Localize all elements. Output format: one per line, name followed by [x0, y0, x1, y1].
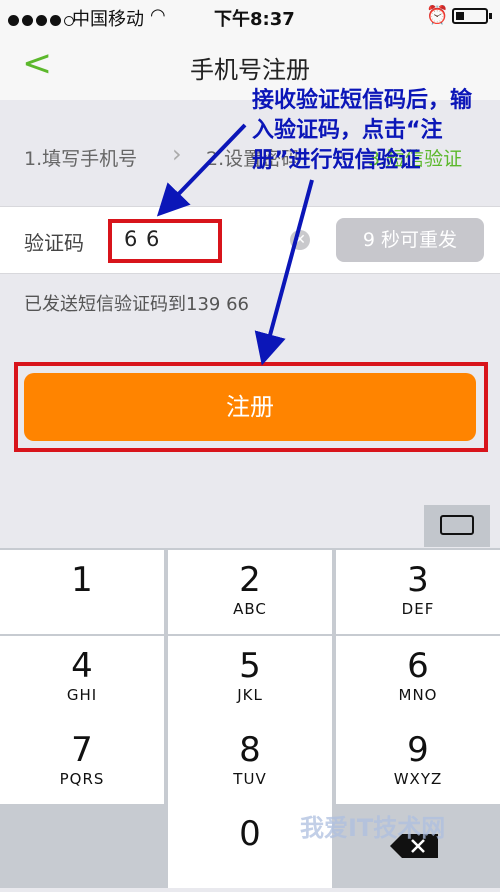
- key-2[interactable]: 2 ABC: [168, 550, 332, 634]
- arrow-to-register: [254, 179, 314, 366]
- key-1[interactable]: 1: [0, 550, 164, 634]
- key-3[interactable]: 3 DEF: [336, 550, 500, 634]
- key-8[interactable]: 8 TUV: [168, 720, 332, 804]
- key-4[interactable]: 4 GHI: [0, 636, 164, 720]
- arrow-to-code: [156, 123, 247, 217]
- watermark: 我爱IT技术网: [300, 814, 446, 842]
- key-blank: [0, 804, 164, 888]
- key-5[interactable]: 5 JKL: [168, 636, 332, 720]
- keyboard-toggle[interactable]: [424, 505, 490, 547]
- key-6[interactable]: 6 MNO: [336, 636, 500, 720]
- keyboard-icon: [440, 515, 474, 535]
- key-7[interactable]: 7 PQRS: [0, 720, 164, 804]
- key-9[interactable]: 9 WXYZ: [336, 720, 500, 804]
